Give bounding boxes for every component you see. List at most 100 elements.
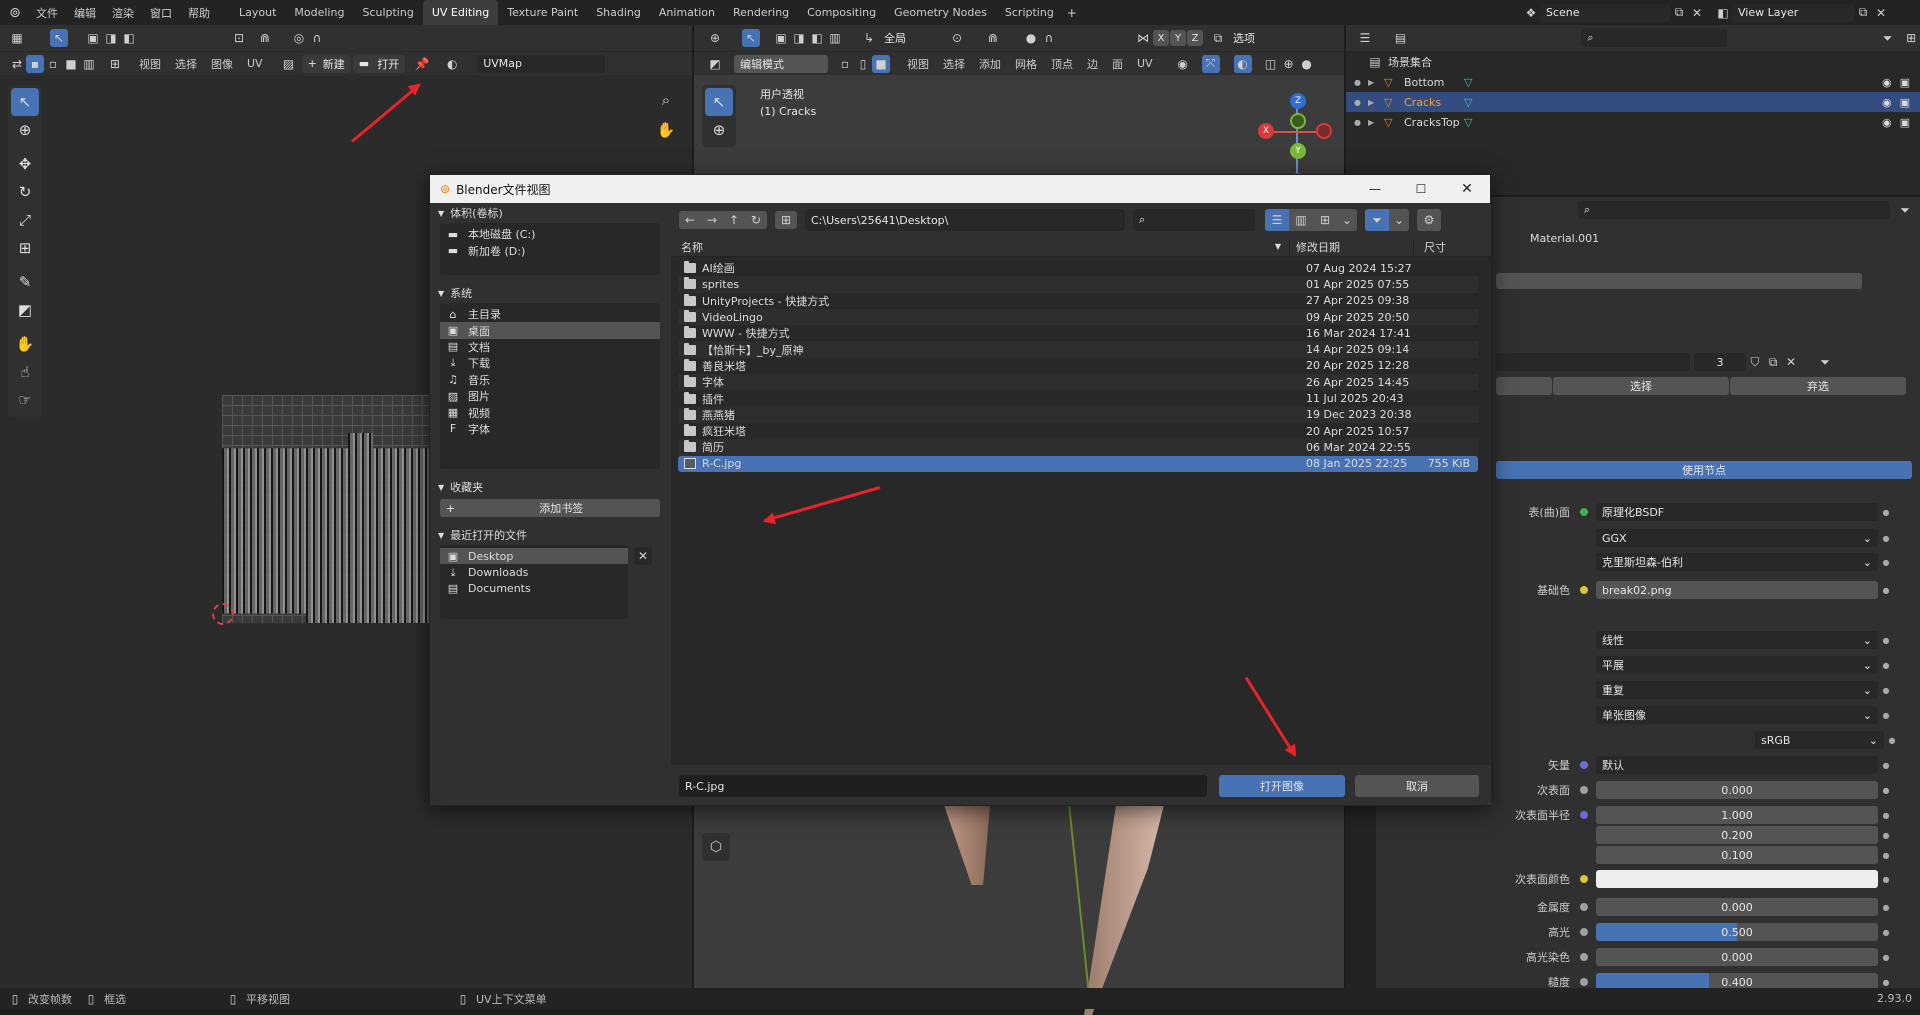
sidebar-item[interactable]: ▣ Desktop — [440, 548, 628, 565]
vp-proportional-icon[interactable]: ● — [1022, 29, 1040, 47]
scene-icon[interactable]: ❖ — [1522, 4, 1540, 22]
sidebar-item[interactable]: ♫ 音乐 — [440, 372, 660, 388]
sticky-select-icon[interactable]: ⊞ — [106, 55, 124, 73]
sidebar-item[interactable]: ▣ 桌面 — [440, 322, 660, 339]
uv-menu-item[interactable]: 选择 — [168, 52, 204, 76]
vp-box-icon[interactable]: ▣ — [772, 29, 790, 47]
sidebar-item[interactable]: ⤓ Downloads — [440, 564, 628, 580]
socket-icon[interactable] — [1580, 953, 1596, 961]
viewport-menu-item[interactable]: 选择 — [936, 52, 972, 76]
keyframe-dot-icon[interactable]: ● — [1878, 508, 1894, 517]
property-dropdown[interactable]: GGX ⌄ — [1596, 529, 1878, 547]
use-nodes-button[interactable]: 使用节点 — [1496, 461, 1912, 479]
viewport-menu-item[interactable]: 网格 — [1008, 52, 1044, 76]
vp-overlay-icon[interactable]: ◐ — [1233, 54, 1252, 73]
socket-icon[interactable] — [1580, 761, 1596, 769]
visibility-eye-icon[interactable]: ◉ — [1882, 116, 1892, 129]
sidebar-item[interactable]: F 字体 — [440, 421, 660, 437]
sidebar-item[interactable]: ▤ Documents — [440, 581, 628, 597]
file-row[interactable]: 燕燕猪 19 Dec 2023 20:38 — [678, 406, 1478, 423]
pinch-tool-icon[interactable]: ☞ — [11, 386, 39, 414]
path-field[interactable]: C:\Users\25641\Desktop\ — [805, 209, 1125, 231]
outliner-item[interactable]: ● ▶ ▽ Bottom ▽ ◉ ▣ — [1346, 72, 1920, 92]
material-browse-field[interactable] — [1496, 353, 1690, 371]
camera-render-icon[interactable]: ▣ — [1900, 76, 1910, 89]
mode-dropdown[interactable]: 编辑模式 — [734, 54, 828, 73]
select-tool-icon[interactable]: ↖ — [11, 88, 39, 116]
workspace-tab[interactable]: Animation — [650, 0, 724, 25]
property-dropdown[interactable]: 平展 ⌄ — [1596, 656, 1878, 674]
new-image-button[interactable]: + 新建 — [301, 54, 351, 73]
minimize-icon[interactable]: — — [1366, 180, 1384, 198]
blender-logo-icon[interactable]: ⊚ — [6, 4, 24, 22]
close-icon[interactable]: ✕ — [1458, 180, 1476, 198]
property-number[interactable]: 0.000 — [1596, 781, 1878, 799]
keyframe-dot-icon[interactable]: ● — [1878, 636, 1894, 645]
uvmap-field[interactable]: UVMap — [477, 54, 606, 73]
rip-tool-icon[interactable]: ◩ — [11, 296, 39, 324]
bookmarks-header[interactable]: ▼ 收藏夹 — [430, 477, 670, 497]
uv-cursor-icon[interactable] — [212, 603, 234, 625]
sidebar-item[interactable]: ⤓ 下载 — [440, 355, 660, 371]
mirror-icon[interactable]: ⋈ — [1134, 29, 1152, 47]
vp-subtract-icon[interactable]: ◧ — [808, 29, 826, 47]
view-layer-icon[interactable]: ◧ — [1714, 4, 1732, 22]
visibility-eye-icon[interactable]: ◉ — [1882, 76, 1892, 89]
settings-gear-icon[interactable]: ⚙ — [1417, 209, 1441, 231]
visibility-eye-icon[interactable]: ◉ — [1882, 96, 1892, 109]
socket-icon[interactable] — [1580, 786, 1596, 794]
face-select-icon[interactable]: ■ — [62, 55, 80, 73]
delete-view-layer-icon[interactable]: ✕ — [1872, 4, 1890, 22]
workspace-tab[interactable]: Geometry Nodes — [885, 0, 996, 25]
property-number[interactable]: 0.200 — [1596, 826, 1878, 844]
keyframe-dot-icon[interactable]: ● — [1884, 736, 1900, 745]
new-folder-icon[interactable]: ⊞ — [775, 211, 797, 229]
sidebar-item[interactable]: ▬ 新加卷 (D:) — [440, 242, 660, 258]
cube-icon[interactable]: ⬡ — [702, 833, 730, 861]
property-slider[interactable]: 0.500 — [1596, 923, 1878, 941]
orientation-icon[interactable]: ↳ — [860, 29, 878, 47]
auto-merge-icon[interactable]: ⧉ — [1209, 29, 1227, 47]
property-number[interactable]: 0.000 — [1596, 898, 1878, 916]
file-row[interactable]: VideoLingo 09 Apr 2025 20:50 — [678, 308, 1478, 326]
forward-icon[interactable]: → — [701, 211, 723, 229]
new-scene-icon[interactable]: ⧉ — [1670, 4, 1688, 22]
property-dropdown[interactable]: 线性 ⌄ — [1596, 631, 1878, 649]
uv-menu-item[interactable]: 视图 — [132, 52, 168, 76]
date-column[interactable]: 修改日期 — [1289, 238, 1413, 255]
keyframe-dot-icon[interactable]: ● — [1878, 661, 1894, 670]
viewport-menu-item[interactable]: 边 — [1080, 52, 1105, 76]
property-field[interactable]: break02.png — [1596, 581, 1878, 599]
menu-item[interactable]: 编辑 — [66, 0, 104, 25]
scale-tool-icon[interactable]: ⤢ — [11, 206, 39, 234]
property-dropdown[interactable]: sRGB ⌄ — [1755, 731, 1884, 749]
socket-icon[interactable] — [1580, 875, 1596, 883]
workspace-tab[interactable]: Compositing — [798, 0, 885, 25]
back-icon[interactable]: ← — [679, 211, 701, 229]
workspace-tab[interactable]: Rendering — [724, 0, 798, 25]
scene-collection[interactable]: ▤ 场景集合 — [1366, 53, 1432, 71]
visibility-icon[interactable]: ◉ — [1174, 55, 1192, 73]
keyframe-dot-icon[interactable]: ● — [1878, 831, 1894, 840]
select-box-icon[interactable]: ▣ — [84, 29, 102, 47]
file-row[interactable]: 【恰斯卡】_by_原神 14 Apr 2025 09:14 — [678, 341, 1478, 358]
socket-icon[interactable] — [1580, 903, 1596, 911]
viewport-menu-item[interactable]: 视图 — [900, 52, 936, 76]
edge-select-icon[interactable]: ▫ — [44, 55, 62, 73]
zoom-icon[interactable]: ⌕ — [657, 91, 675, 109]
transform-orientation-dropdown[interactable]: 全局 — [878, 29, 938, 47]
vp-falloff-icon[interactable]: ∩ — [1040, 29, 1058, 47]
viewport-select-icon[interactable]: ↖ — [742, 29, 760, 47]
keyframe-dot-icon[interactable]: ● — [1878, 903, 1894, 912]
menu-item[interactable]: 文件 — [28, 0, 66, 25]
workspace-tab[interactable]: Texture Paint — [498, 0, 587, 25]
file-search-input[interactable]: ⌕ — [1133, 209, 1255, 231]
workspace-tab[interactable]: Shading — [587, 0, 650, 25]
vp-cursor-tool-icon[interactable]: ⊕ — [705, 116, 733, 144]
property-number[interactable]: 0.100 — [1596, 846, 1878, 864]
display-mode-icon[interactable]: ▤ — [1392, 29, 1410, 47]
socket-icon[interactable] — [1580, 508, 1596, 516]
add-workspace-icon[interactable]: + — [1063, 4, 1081, 22]
vp-snap-icon[interactable]: ⋒ — [984, 29, 1002, 47]
viewport-menu-item[interactable]: 面 — [1105, 52, 1130, 76]
